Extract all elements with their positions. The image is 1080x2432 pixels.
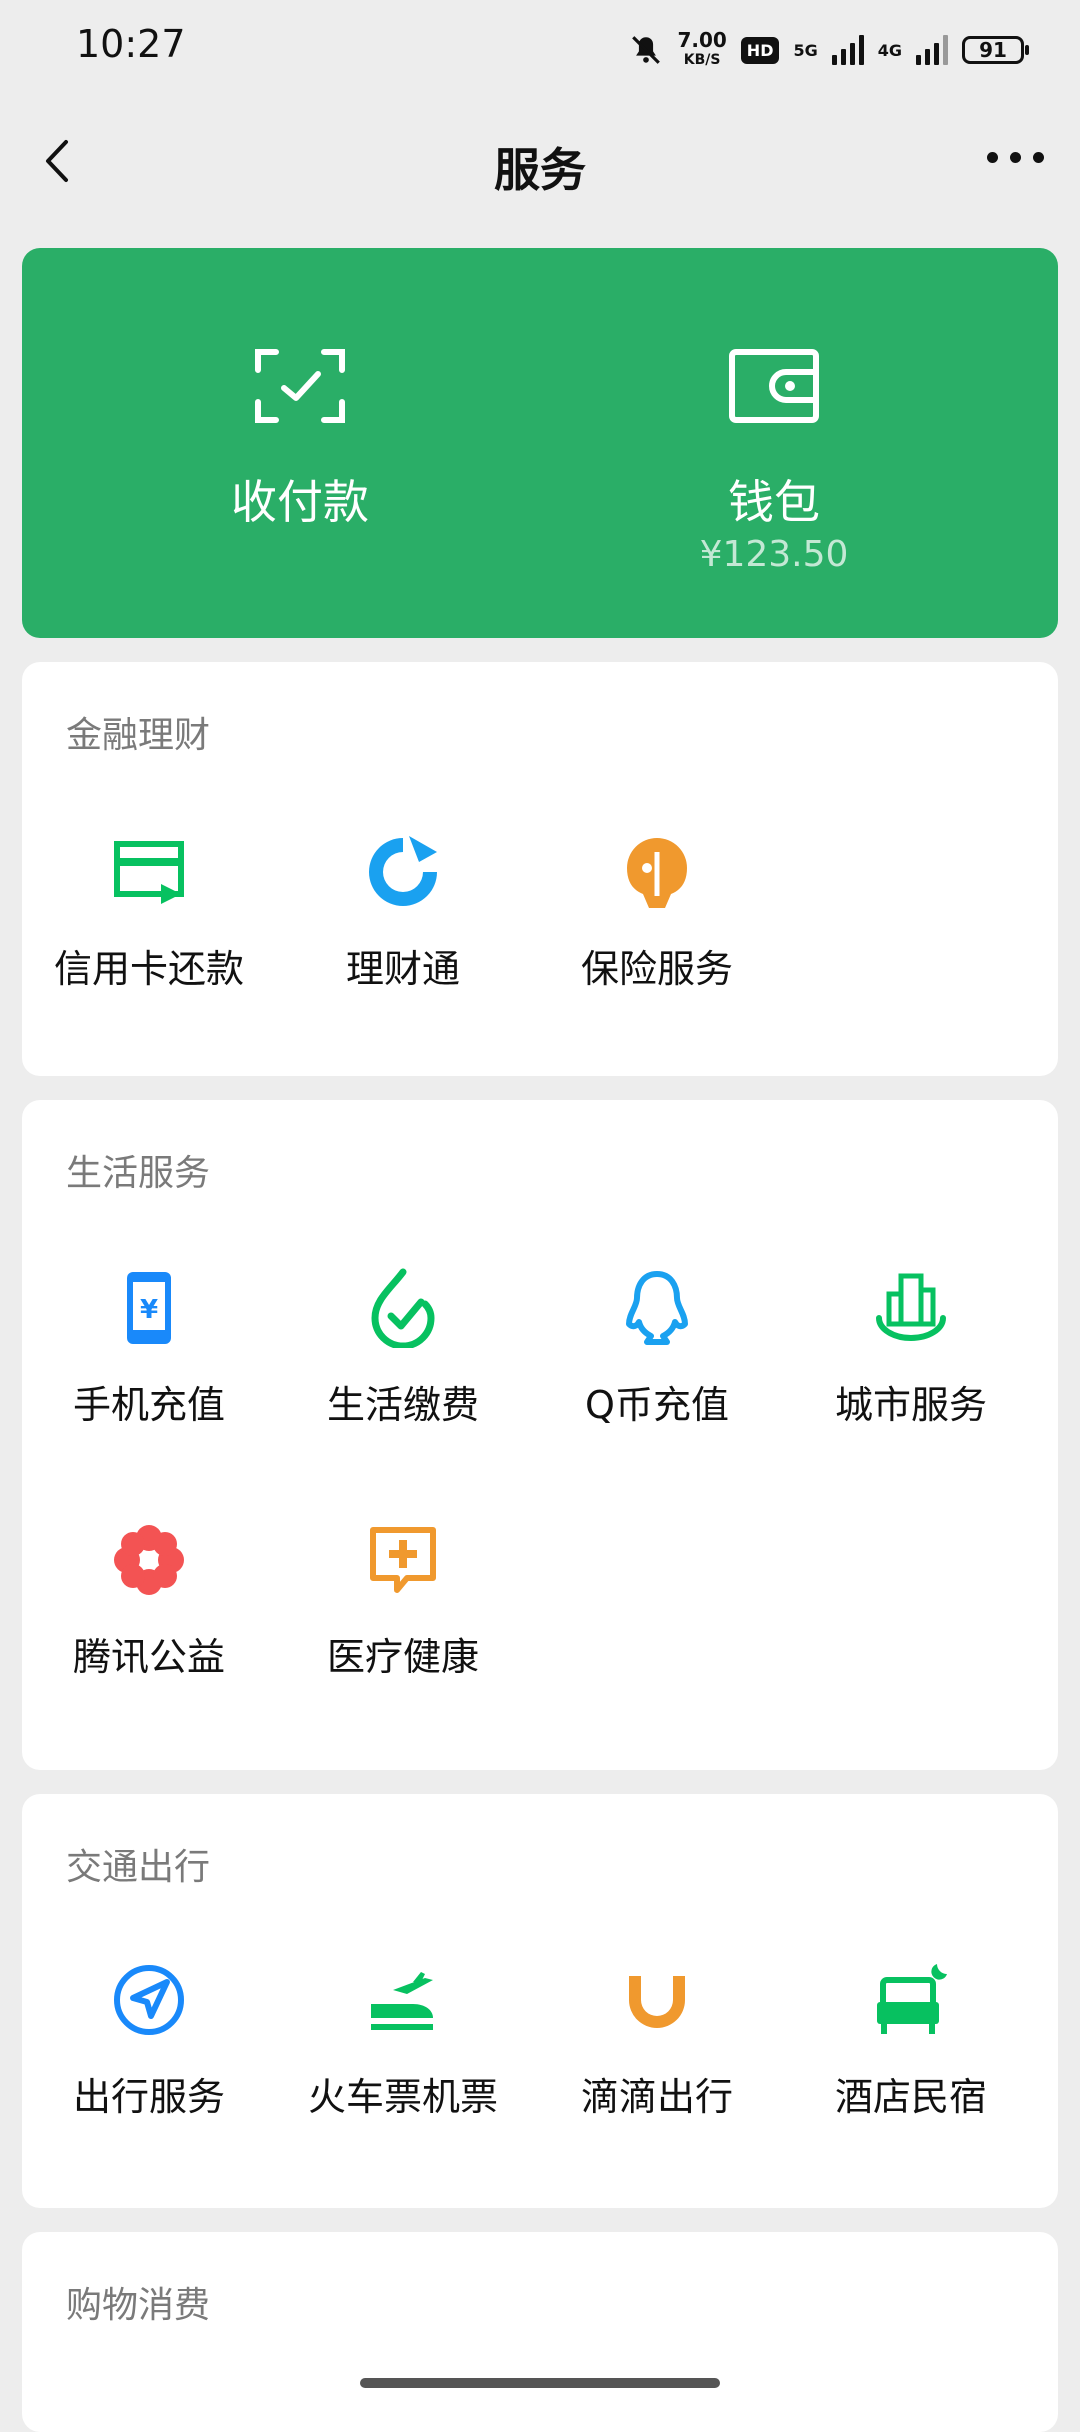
utility-bill-icon xyxy=(371,1268,435,1348)
qq-coin-icon xyxy=(626,1271,688,1345)
section-shopping: 购物消费 xyxy=(22,2232,1058,2432)
medical-icon xyxy=(370,1527,436,1593)
section-finance: 金融理财 信用卡还款 理财通 保险服务 xyxy=(22,662,1058,1076)
wealth-icon xyxy=(369,836,437,906)
network-speed: 7.00 KB/S xyxy=(677,28,727,68)
signal-5g-icon xyxy=(831,35,864,65)
scan-check-icon xyxy=(255,349,345,423)
network-4g-label: 4G xyxy=(877,40,902,60)
status-bar: 10:27 7.00 KB/S HD 5G 4G 91 xyxy=(0,0,1080,96)
train-plane-icon xyxy=(371,1972,433,2030)
network-5g-label: 5G xyxy=(793,40,818,60)
hd-badge: HD xyxy=(740,36,780,64)
wallet-icon xyxy=(729,349,819,423)
didi-icon xyxy=(629,1976,685,2028)
phone-recharge-icon: ¥ xyxy=(127,1272,171,1344)
travel-navigation-icon xyxy=(114,1965,184,2035)
mute-bell-icon xyxy=(632,36,661,64)
insurance-icon xyxy=(627,838,687,908)
signal-4g-icon xyxy=(916,35,948,65)
section-title: 交通出行 xyxy=(66,1847,211,1888)
nav-header: 服务 xyxy=(0,96,1080,226)
city-service-icon xyxy=(876,1273,946,1341)
battery-icon: 91 xyxy=(962,36,1029,64)
wallet-button[interactable]: 钱包 ¥123.50 xyxy=(524,248,1024,638)
pay-card: 收付款 钱包 ¥123.50 xyxy=(22,248,1058,638)
section-title: 金融理财 xyxy=(66,715,211,756)
pay-receive-button[interactable]: 收付款 xyxy=(50,248,550,638)
home-indicator[interactable] xyxy=(360,2378,720,2388)
page-title: 服务 xyxy=(494,143,586,197)
charity-flower-icon xyxy=(114,1525,184,1595)
status-time: 10:27 xyxy=(76,22,186,66)
pay-receive-label: 收付款 xyxy=(231,475,369,529)
credit-card-icon xyxy=(114,841,184,904)
hotel-bed-icon xyxy=(877,1964,947,2034)
wallet-balance: ¥123.50 xyxy=(699,534,849,575)
status-icons: 7.00 KB/S HD 5G 4G 91 xyxy=(629,28,1029,72)
section-title: 购物消费 xyxy=(66,2285,211,2326)
section-title: 生活服务 xyxy=(66,1153,211,1194)
more-options-icon[interactable] xyxy=(987,152,1044,163)
wallet-label: 钱包 xyxy=(728,475,820,529)
svg-text:¥: ¥ xyxy=(140,1295,158,1325)
section-life: 生活服务 ¥ 手机充值 生活缴费 Q币充值 城市服务 腾讯公益 医疗健康 xyxy=(22,1100,1058,1770)
section-transport: 交通出行 出行服务 火车票机票 滴滴出行 酒店民宿 xyxy=(22,1794,1058,2208)
